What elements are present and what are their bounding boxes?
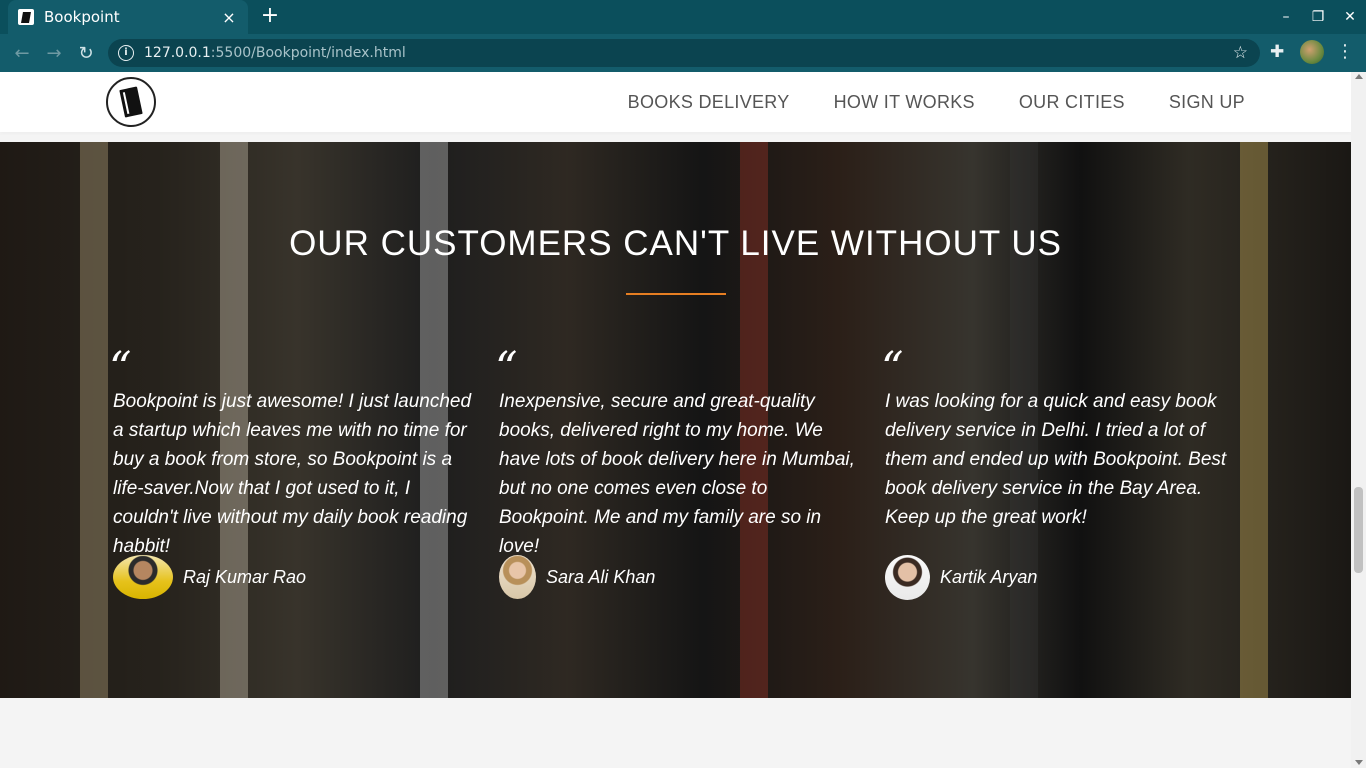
profile-avatar[interactable] [1300,40,1324,64]
quote-mark-icon: “ [881,343,904,394]
book-logo-icon [119,86,143,118]
nav-link-sign-up[interactable]: SIGN UP [1169,92,1245,113]
testimonial-author: Kartik Aryan [885,555,1037,600]
browser-toolbar: ← → ↻ i 127.0.0.1:5500/Bookpoint/index.h… [0,34,1366,72]
bookpoint-favicon-icon [18,9,34,25]
testimonial-author: Sara Ali Khan [499,555,655,599]
testimonials-section: OUR CUSTOMERS CAN'T LIVE WITHOUT US “ Bo… [0,142,1351,698]
url-path: :5500/Bookpoint/index.html [210,45,406,61]
address-bar[interactable]: i 127.0.0.1:5500/Bookpoint/index.html ☆ [108,39,1260,67]
site-header-nav: BOOKS DELIVERY HOW IT WORKS OUR CITIES S… [0,72,1351,132]
main-nav: BOOKS DELIVERY HOW IT WORKS OUR CITIES S… [584,72,1245,132]
author-avatar [113,555,173,599]
forward-arrow-icon[interactable]: → [42,41,66,65]
author-name: Kartik Aryan [940,567,1038,587]
nav-link-books-delivery[interactable]: BOOKS DELIVERY [628,92,790,113]
author-name: Sara Ali Khan [546,566,656,587]
bookmark-star-icon[interactable]: ☆ [1233,43,1248,63]
page-scrollbar[interactable] [1351,72,1366,768]
page-viewport: OUR CUSTOMERS CAN'T LIVE WITHOUT US “ Bo… [0,72,1351,768]
testimonial-card: “ I was looking for a quick and easy boo… [881,347,1245,532]
restore-button[interactable]: ❐ [1302,0,1334,34]
tab-title: Bookpoint [44,8,120,26]
testimonial-card: “ Inexpensive, secure and great-quality … [495,347,859,561]
scroll-thumb[interactable] [1354,487,1363,573]
url-text: 127.0.0.1:5500/Bookpoint/index.html [144,45,406,61]
scroll-down-icon[interactable] [1354,760,1363,765]
extensions-puzzle-icon[interactable]: ✚ [1270,42,1284,62]
testimonial-text: I was looking for a quick and easy book … [885,391,1227,528]
new-tab-button[interactable]: + [258,5,282,29]
back-arrow-icon[interactable]: ← [10,41,34,65]
author-avatar [885,555,930,600]
testimonial-text: Inexpensive, secure and great-quality bo… [499,391,855,557]
heading-accent-rule [626,293,726,295]
bookpoint-logo[interactable] [106,77,156,127]
browser-tabstrip: Bookpoint × + – ❐ ✕ [0,0,1366,34]
author-name: Raj Kumar Rao [183,566,307,587]
nav-link-our-cities[interactable]: OUR CITIES [1019,92,1125,113]
site-info-icon[interactable]: i [118,45,134,61]
nav-link-how-it-works[interactable]: HOW IT WORKS [834,92,975,113]
reload-icon[interactable]: ↻ [74,41,98,65]
url-host: 127.0.0.1 [144,45,211,61]
window-controls: – ❐ ✕ [1270,0,1366,34]
browser-menu-icon[interactable]: ⋮ [1336,40,1354,64]
section-heading: OUR CUSTOMERS CAN'T LIVE WITHOUT US [289,224,1062,263]
testimonial-author: Raj Kumar Rao [113,555,306,599]
author-avatar [499,555,536,599]
testimonial-text: Bookpoint is just awesome! I just launch… [113,391,472,557]
minimize-button[interactable]: – [1270,0,1302,34]
browser-tab[interactable]: Bookpoint × [8,0,248,34]
close-window-button[interactable]: ✕ [1334,0,1366,34]
quote-mark-icon: “ [109,343,132,394]
scroll-up-icon[interactable] [1354,74,1363,79]
testimonial-card: “ Bookpoint is just awesome! I just laun… [109,347,473,561]
tab-close-icon[interactable]: × [220,8,238,27]
quote-mark-icon: “ [495,343,518,394]
